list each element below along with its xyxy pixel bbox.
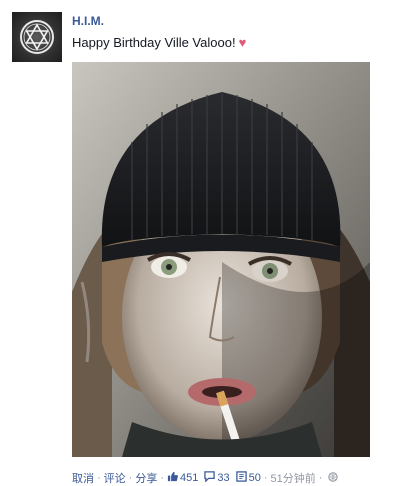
post-author[interactable]: H.I.M.	[72, 14, 104, 28]
separator-dot: ·	[97, 472, 101, 484]
heart-icon: ♥	[238, 35, 247, 50]
separator-dot: ·	[128, 472, 133, 484]
comment-link[interactable]: 评论	[104, 470, 126, 486]
comments-count: 33	[217, 472, 230, 484]
separator-dot: ·	[318, 472, 323, 484]
likes-count: 451	[180, 472, 199, 484]
post-actions-bar: 取消 · 评论 · 分享 · 451 33 50 · 51分钟前 ·	[72, 470, 339, 486]
separator-dot: ·	[263, 472, 268, 484]
post-message-text: Happy Birthday Ville Valooo!	[72, 35, 236, 50]
post-timestamp[interactable]: 51分钟前	[271, 470, 316, 486]
portrait-image	[72, 62, 370, 457]
share-link[interactable]: 分享	[135, 470, 157, 486]
separator-dot: ·	[160, 472, 165, 484]
cancel-link[interactable]: 取消	[72, 470, 94, 486]
hexagram-logo-icon	[20, 20, 54, 54]
post-message: Happy Birthday Ville Valooo! ♥	[72, 35, 246, 50]
post-photo[interactable]	[72, 62, 370, 457]
page-avatar[interactable]	[12, 12, 62, 62]
shares-count: 50	[248, 472, 261, 484]
